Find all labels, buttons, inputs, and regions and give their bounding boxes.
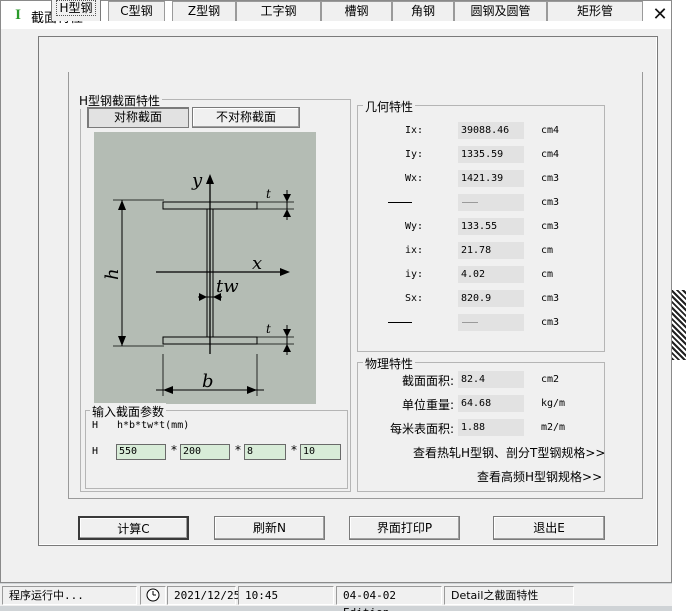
weight-unit: kg/m (541, 398, 566, 409)
separator: * (291, 443, 297, 457)
status-date: 2021/12/25 (167, 586, 240, 605)
wx2-label-dash (388, 202, 412, 203)
h-label: h (102, 268, 123, 280)
formula-prefix: H (92, 420, 99, 431)
wy-unit: cm3 (541, 221, 560, 232)
status-edition: 04-04-02 Edition (336, 586, 442, 611)
high-frequency-spec-link[interactable]: 查看高频H型钢规格>> (477, 468, 602, 485)
exit-button[interactable]: 退出E (493, 516, 605, 540)
ix-value: 39088.46 (458, 122, 524, 139)
input-group-title: 输入截面参数 (90, 403, 167, 420)
status-module: Detail之截面特性 (444, 586, 574, 605)
wx2-value-dash (462, 202, 478, 203)
surface-value: 1.88 (458, 419, 524, 436)
ix-unit: cm4 (541, 125, 560, 136)
ix-label: Ix: (405, 125, 424, 136)
tab-channel[interactable]: 槽钢 (321, 1, 392, 21)
iy-radius-value: 4.02 (458, 266, 524, 283)
separator: * (235, 443, 241, 457)
sx-value: 820.9 (458, 290, 524, 307)
section-drawing: y x tw b h t t (94, 132, 316, 404)
tab-angle[interactable]: 角钢 (392, 1, 454, 21)
background-qr-fragment (672, 290, 686, 360)
wx-unit: cm3 (541, 173, 560, 184)
calculate-button[interactable]: 计算C (78, 516, 189, 540)
sx-unit: cm3 (541, 293, 560, 304)
area-label: 截面面积: (401, 374, 454, 388)
wx2-unit: cm3 (541, 197, 560, 208)
tab-i-beam[interactable]: 工字钢 (236, 1, 321, 21)
print-button[interactable]: 界面打印P (349, 516, 460, 540)
b-label: b (202, 371, 214, 392)
main-window: I 截面特性 ✕ H型钢 C型钢 Z型钢 工字钢 槽钢 角钢 圆钢及圆管 矩形管… (0, 0, 672, 583)
desktop: I 截面特性 ✕ H型钢 C型钢 Z型钢 工字钢 槽钢 角钢 圆钢及圆管 矩形管… (0, 0, 686, 611)
wx-value: 1421.39 (458, 170, 524, 187)
tab-h-steel[interactable]: H型钢 (51, 0, 101, 21)
t-bottom-label: t (266, 322, 271, 336)
iy-label: Iy: (405, 149, 424, 160)
asymmetric-section-button[interactable]: 不对称截面 (192, 107, 300, 128)
flange-thickness-input[interactable]: 10 (300, 444, 341, 460)
ix-radius-unit: cm (541, 245, 554, 256)
ix-radius-label: ix: (405, 245, 424, 256)
tab-c-steel[interactable]: C型钢 (108, 1, 165, 21)
x-axis-label: x (252, 253, 262, 274)
iy-value: 1335.59 (458, 146, 524, 163)
physical-group-title: 物理特性 (363, 355, 416, 372)
area-unit: cm2 (541, 374, 560, 385)
clock-icon (140, 586, 166, 605)
hot-rolled-spec-link[interactable]: 查看热轧H型钢、剖分T型钢规格>> (413, 444, 605, 461)
sx2-value-dash (462, 322, 478, 323)
refresh-button[interactable]: 刷新N (214, 516, 325, 540)
tab-z-steel[interactable]: Z型钢 (172, 1, 236, 21)
status-message: 程序运行中... (2, 586, 137, 605)
surface-unit: m2/m (541, 422, 566, 433)
iy-radius-label: iy: (405, 269, 424, 280)
y-axis-label: y (191, 170, 203, 191)
close-button[interactable]: ✕ (647, 3, 673, 27)
geometry-group-title: 几何特性 (363, 98, 416, 115)
height-input[interactable]: 550 (116, 444, 166, 460)
weight-value: 64.68 (458, 395, 524, 412)
surface-label: 每米表面积: (389, 422, 454, 436)
width-input[interactable]: 200 (180, 444, 230, 460)
t-top-label: t (266, 187, 271, 201)
status-bar: 程序运行中... 2021/12/25 10:45 04-04-02 Editi… (0, 584, 672, 611)
tw-label: tw (216, 276, 239, 297)
web-thickness-input[interactable]: 8 (244, 444, 286, 460)
formula-text: h*b*tw*t(mm) (117, 420, 190, 431)
wy-value: 133.55 (458, 218, 524, 235)
input-row-prefix: H (92, 446, 99, 457)
ix-radius-value: 21.78 (458, 242, 524, 259)
wy-label: Wy: (405, 221, 424, 232)
status-time: 10:45 (238, 586, 334, 605)
iy-radius-unit: cm (541, 269, 554, 280)
wx-label: Wx: (405, 173, 424, 184)
area-value: 82.4 (458, 371, 524, 388)
iy-unit: cm4 (541, 149, 560, 160)
tab-rect-tube[interactable]: 矩形管 (547, 1, 643, 21)
sx2-unit: cm3 (541, 317, 560, 328)
sx-label: Sx: (405, 293, 424, 304)
sx2-label-dash (388, 322, 412, 323)
tab-round-tube[interactable]: 圆钢及圆管 (454, 1, 547, 21)
symmetric-section-button[interactable]: 对称截面 (87, 107, 189, 128)
weight-label: 单位重量: (401, 398, 454, 412)
i-beam-icon: I (15, 7, 21, 23)
separator: * (171, 443, 177, 457)
